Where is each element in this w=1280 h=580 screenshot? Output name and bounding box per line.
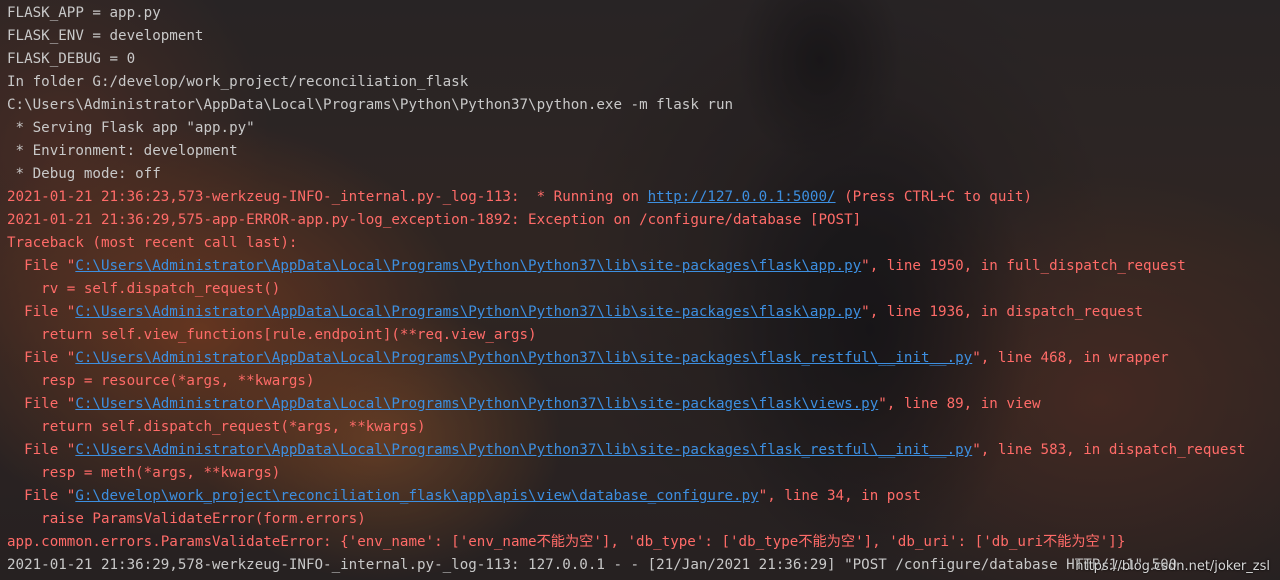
frame-file-link[interactable]: C:\Users\Administrator\AppData\Local\Pro… <box>75 304 861 320</box>
frame-location: ", line 1950, in full_dispatch_request <box>861 258 1186 274</box>
env-line-flask-debug: FLASK_DEBUG = 0 <box>7 51 136 67</box>
frame-location: ", line 583, in dispatch_request <box>972 442 1246 458</box>
watermark-text: https://blog.csdn.net/joker_zsl <box>1075 559 1270 574</box>
frame-prefix: File " <box>7 304 76 320</box>
server-url-link[interactable]: http://127.0.0.1:5000/ <box>648 189 836 205</box>
working-folder-line: In folder G:/develop/work_project/reconc… <box>7 74 469 90</box>
serving-line: * Serving Flask app "app.py" <box>7 120 255 136</box>
debug-mode-line: * Debug mode: off <box>7 166 161 182</box>
frame-prefix: File " <box>7 396 76 412</box>
traceback-frame-file: File "C:\Users\Administrator\AppData\Loc… <box>7 439 1280 462</box>
frame-file-link[interactable]: C:\Users\Administrator\AppData\Local\Pro… <box>75 258 861 274</box>
traceback-frame-code: resp = resource(*args, **kwargs) <box>7 373 315 389</box>
traceback-frame-file: File "C:\Users\Administrator\AppData\Loc… <box>7 255 1280 278</box>
env-line-flask-app: FLASK_APP = app.py <box>7 5 161 21</box>
traceback-frame-file: File "G:\develop\work_project\reconcilia… <box>7 485 1280 508</box>
traceback-frame-file: File "C:\Users\Administrator\AppData\Loc… <box>7 347 1280 370</box>
traceback-frame-code: resp = meth(*args, **kwargs) <box>7 465 281 481</box>
traceback-frame-code: return self.dispatch_request(*args, **kw… <box>7 419 426 435</box>
frame-prefix: File " <box>7 258 76 274</box>
frame-prefix: File " <box>7 350 76 366</box>
frame-prefix: File " <box>7 442 76 458</box>
running-prefix: 2021-01-21 21:36:23,573-werkzeug-INFO-_i… <box>7 189 648 205</box>
frame-file-link[interactable]: G:\develop\work_project\reconciliation_f… <box>75 488 758 504</box>
frame-file-link[interactable]: C:\Users\Administrator\AppData\Local\Pro… <box>75 442 972 458</box>
request-log-prefix: 2021-01-21 21:36:29,578-werkzeug-INFO-_i… <box>7 557 845 573</box>
frame-location: ", line 89, in view <box>878 396 1041 412</box>
traceback-frame-code: rv = self.dispatch_request() <box>7 281 281 297</box>
exception-message-line: app.common.errors.ParamsValidateError: {… <box>7 534 1126 550</box>
frame-location: ", line 1936, in dispatch_request <box>861 304 1144 320</box>
exception-log-line: 2021-01-21 21:36:29,575-app-ERROR-app.py… <box>7 212 862 228</box>
env-line-flask-env: FLASK_ENV = development <box>7 28 204 44</box>
command-line: C:\Users\Administrator\AppData\Local\Pro… <box>7 97 734 113</box>
running-suffix: (Press CTRL+C to quit) <box>835 189 1033 205</box>
traceback-header: Traceback (most recent call last): <box>7 235 298 251</box>
running-on-line: 2021-01-21 21:36:23,573-werkzeug-INFO-_i… <box>7 186 1280 209</box>
frame-prefix: File " <box>7 488 76 504</box>
frame-location: ", line 468, in wrapper <box>972 350 1169 366</box>
traceback-frame-file: File "C:\Users\Administrator\AppData\Loc… <box>7 301 1280 324</box>
frame-location: ", line 34, in post <box>758 488 921 504</box>
frame-file-link[interactable]: C:\Users\Administrator\AppData\Local\Pro… <box>75 350 972 366</box>
environment-line: * Environment: development <box>7 143 238 159</box>
frame-file-link[interactable]: C:\Users\Administrator\AppData\Local\Pro… <box>75 396 878 412</box>
traceback-frame-file: File "C:\Users\Administrator\AppData\Loc… <box>7 393 1280 416</box>
run-console-output[interactable]: FLASK_APP = app.py FLASK_ENV = developme… <box>7 2 1280 577</box>
traceback-frame-code: raise ParamsValidateError(form.errors) <box>7 511 366 527</box>
traceback-frame-code: return self.view_functions[rule.endpoint… <box>7 327 537 343</box>
